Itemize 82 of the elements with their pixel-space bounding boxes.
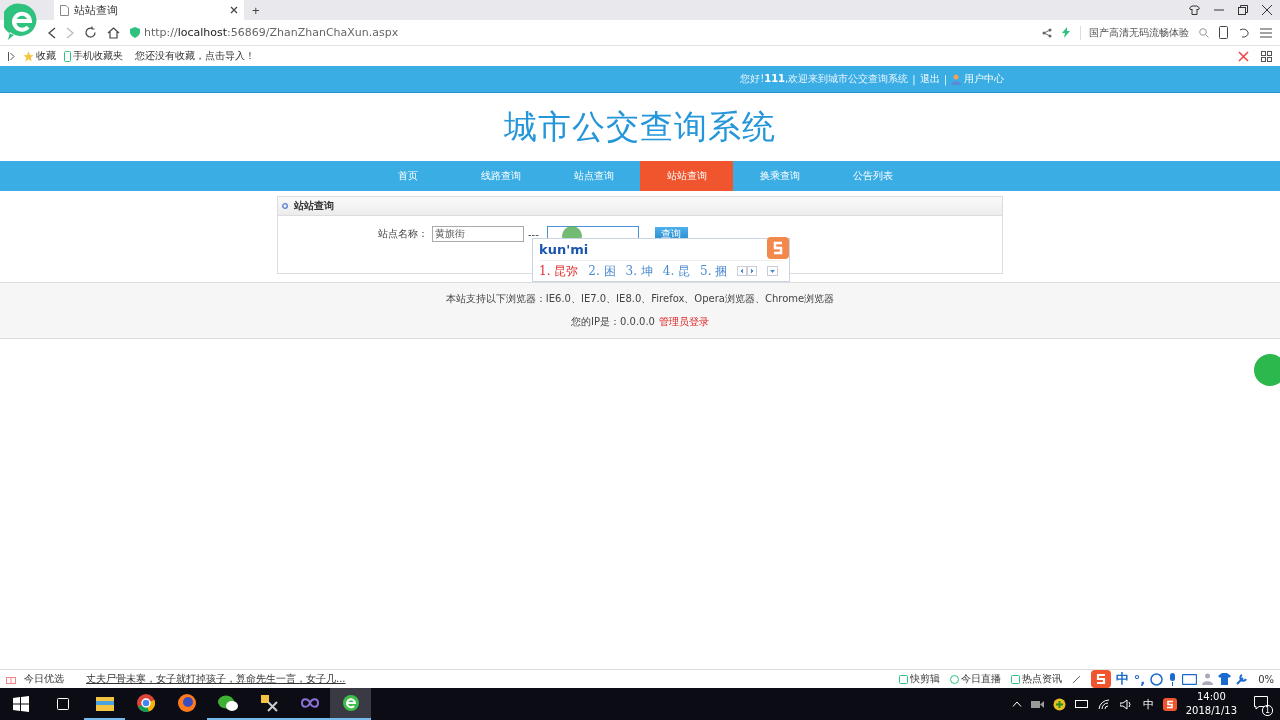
user-icon	[951, 73, 961, 85]
menu-icon[interactable]	[1260, 27, 1272, 38]
wrench-icon[interactable]	[1236, 673, 1249, 685]
ime-candidate[interactable]: 2. 困	[588, 262, 616, 280]
field-label: 站点名称：	[378, 227, 428, 241]
ime-candidate[interactable]: 5. 捆	[700, 262, 728, 280]
search-field[interactable]: 国产高清无码流畅体验	[1080, 25, 1189, 40]
chat-bubbles-icon	[217, 694, 238, 712]
clock[interactable]: 14:00 2018/1/13	[1185, 690, 1237, 718]
sidebar-toggle-icon[interactable]	[8, 51, 15, 61]
keyboard-icon[interactable]	[1182, 673, 1198, 685]
phone-icon[interactable]	[1219, 26, 1228, 39]
status-tool[interactable]: 今日直播	[949, 672, 1001, 686]
separator-text: |	[912, 73, 916, 85]
page-arrows-icon[interactable]	[737, 266, 758, 277]
chevron-up-icon[interactable]	[1011, 701, 1022, 707]
apps-grid-icon[interactable]	[1261, 50, 1272, 62]
wifi-icon[interactable]	[1097, 698, 1111, 710]
site-title: 城市公交查询系统	[503, 105, 777, 148]
page-icon	[60, 4, 69, 16]
star-icon	[23, 50, 34, 62]
firefox-icon	[177, 694, 196, 712]
scissors-icon[interactable]	[1238, 50, 1249, 62]
separator-text: |	[943, 73, 947, 85]
taskbar-app[interactable]	[330, 688, 371, 720]
restore-icon[interactable]	[1238, 5, 1248, 15]
tools-icon	[259, 694, 278, 712]
camera-icon[interactable]	[1030, 699, 1044, 709]
input-language[interactable]: 中	[1142, 696, 1154, 712]
start-icon[interactable]	[13, 696, 29, 712]
shirt-icon[interactable]	[1218, 673, 1232, 685]
ime-punctuation[interactable]: °,	[1133, 671, 1146, 687]
url-field[interactable]: http://localhost:56869/ZhanZhanChaXun.aspx	[144, 26, 399, 39]
ime-mode[interactable]: 中	[1115, 670, 1129, 688]
notification-icon[interactable]	[1254, 695, 1268, 710]
from-station-field[interactable]: 黄旗街	[432, 226, 524, 242]
status-label: 今日优选	[24, 672, 64, 686]
ip-text: 您的IP是：0.0.0.0	[571, 315, 655, 329]
ime-logo-icon[interactable]	[1162, 697, 1177, 711]
ime-candidate[interactable]: 3. 坤	[625, 262, 653, 280]
new-tab-button[interactable]: +	[244, 0, 268, 20]
gift-icon	[6, 674, 16, 684]
status-tool[interactable]: 快剪辑	[898, 672, 940, 686]
battery-icon[interactable]	[1074, 700, 1089, 708]
notification-count: 1	[1261, 704, 1273, 716]
plus-circle-icon[interactable]	[1052, 697, 1066, 711]
refresh-icon[interactable]	[84, 26, 97, 39]
panel-title: 站站查询	[294, 199, 334, 213]
browser-support-text: 本站支持以下浏览器：IE6.0、IE7.0、IE8.0、Firefox、Opera浏览器、Chrome浏览器	[445, 292, 835, 306]
skin-icon[interactable]	[1189, 5, 1200, 15]
browser-tab[interactable]: 站站查询	[54, 0, 244, 20]
microphone-icon[interactable]	[1168, 672, 1178, 686]
greeting-text: 您好!111,欢迎来到城市公交查询系统	[740, 72, 909, 86]
bookmark-link[interactable]: 您还没有收藏，点击导入！	[135, 49, 255, 63]
task-view-icon[interactable]	[55, 697, 71, 711]
shield-icon	[130, 27, 140, 38]
bookmark-link[interactable]: 手机收藏夹	[64, 49, 123, 63]
phone-icon	[64, 50, 71, 62]
ime-candidate[interactable]: 4. 昆	[662, 262, 691, 280]
ime-logo-icon	[1090, 670, 1111, 688]
news-link[interactable]: 丈夫尸骨未寒，女子就打掉孩子，算命先生一言，女子几...	[86, 672, 346, 686]
admin-login-link[interactable]: 管理员登录	[659, 315, 709, 329]
infinity-icon	[299, 698, 320, 708]
expand-icon[interactable]	[767, 266, 779, 277]
ime-candidate[interactable]: 1. 昆弥	[539, 262, 579, 280]
folder-icon	[95, 695, 114, 711]
chrome-icon	[136, 694, 155, 712]
close-icon[interactable]	[1262, 5, 1272, 15]
bullet-icon	[282, 203, 288, 209]
home-icon[interactable]	[107, 26, 120, 39]
undo-icon[interactable]	[1238, 27, 1250, 38]
share-icon[interactable]	[1042, 27, 1052, 38]
e-browser-icon	[341, 694, 360, 712]
bookmark-link[interactable]: 收藏	[23, 49, 56, 63]
status-tool[interactable]: 热点资讯	[1010, 672, 1062, 686]
dash-text: ---	[528, 228, 539, 240]
smiley-icon[interactable]	[1150, 672, 1164, 686]
back-icon[interactable]	[48, 26, 56, 39]
speaker-icon[interactable]	[1119, 698, 1134, 710]
nav-item[interactable]: 站站查询	[640, 161, 733, 191]
close-icon	[230, 6, 238, 14]
zoom-level: 0%	[1258, 673, 1274, 685]
